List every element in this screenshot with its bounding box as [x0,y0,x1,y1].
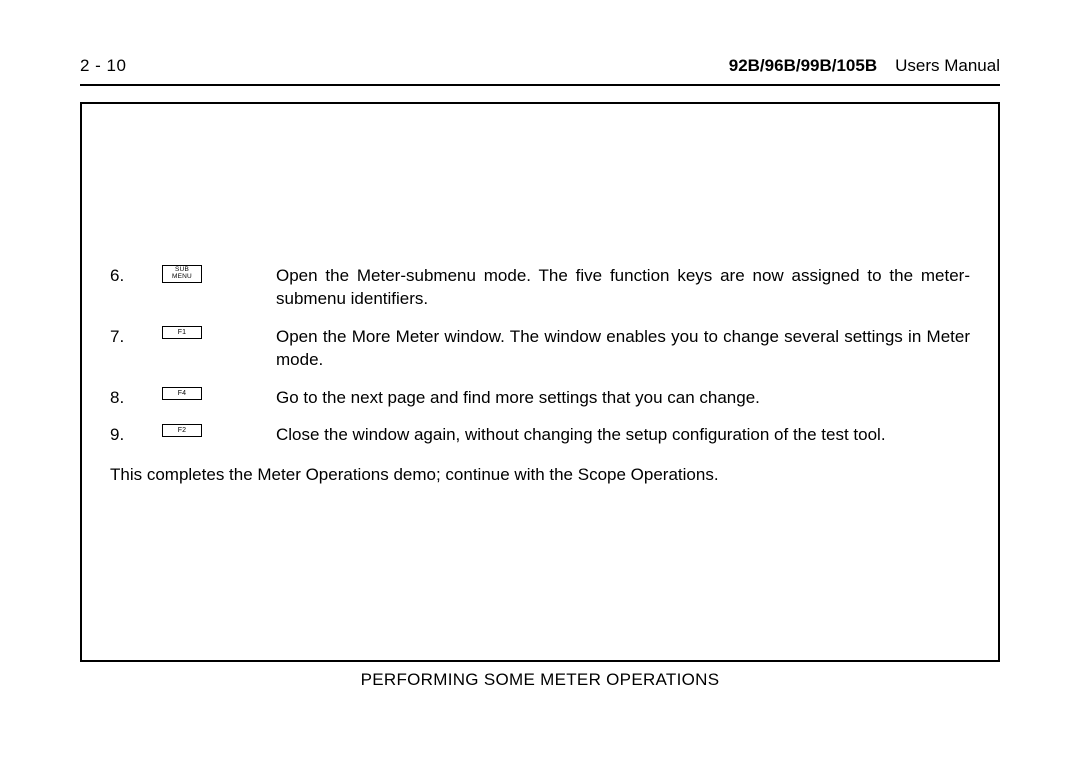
keycap-f4-icon: F4 [162,387,202,400]
step-text: Go to the next page and find more settin… [276,386,970,409]
keycap-line: F4 [178,387,187,400]
step-row: 9. F2 Close the window again, without ch… [110,423,970,446]
step-keycap-cell: SUB MENU [162,264,276,283]
step-number: 7. [110,325,162,348]
step-text: Open the Meter-submenu mode. The five fu… [276,264,970,311]
model-number: 92B/96B/99B/105B [729,56,877,76]
step-text: Open the More Meter window. The window e… [276,325,970,372]
header-right: 92B/96B/99B/105B Users Manual [729,56,1000,76]
manual-page: 2 - 10 92B/96B/99B/105B Users Manual 6. … [0,0,1080,762]
step-row: 7. F1 Open the More Meter window. The wi… [110,325,970,372]
step-keycap-cell: F1 [162,325,276,339]
header-rule [80,84,1000,86]
keycap-line: F1 [178,326,187,339]
step-keycap-cell: F4 [162,386,276,400]
step-text: Close the window again, without changing… [276,423,970,446]
keycap-f1-icon: F1 [162,326,202,339]
step-row: 8. F4 Go to the next page and find more … [110,386,970,409]
closing-text: This completes the Meter Operations demo… [110,465,970,485]
step-number: 8. [110,386,162,409]
keycap-line: MENU [172,274,192,281]
section-footer: PERFORMING SOME METER OPERATIONS [0,670,1080,690]
manual-title: Users Manual [895,56,1000,76]
content-frame: 6. SUB MENU Open the Meter-submenu mode.… [80,102,1000,662]
step-row: 6. SUB MENU Open the Meter-submenu mode.… [110,264,970,311]
page-number: 2 - 10 [80,56,126,76]
keycap-f2-icon: F2 [162,424,202,437]
step-keycap-cell: F2 [162,423,276,437]
page-header: 2 - 10 92B/96B/99B/105B Users Manual [80,56,1000,76]
step-number: 6. [110,264,162,287]
step-number: 9. [110,423,162,446]
steps-list: 6. SUB MENU Open the Meter-submenu mode.… [110,264,970,447]
keycap-sub-menu-icon: SUB MENU [162,265,202,283]
keycap-line: F2 [178,424,187,437]
